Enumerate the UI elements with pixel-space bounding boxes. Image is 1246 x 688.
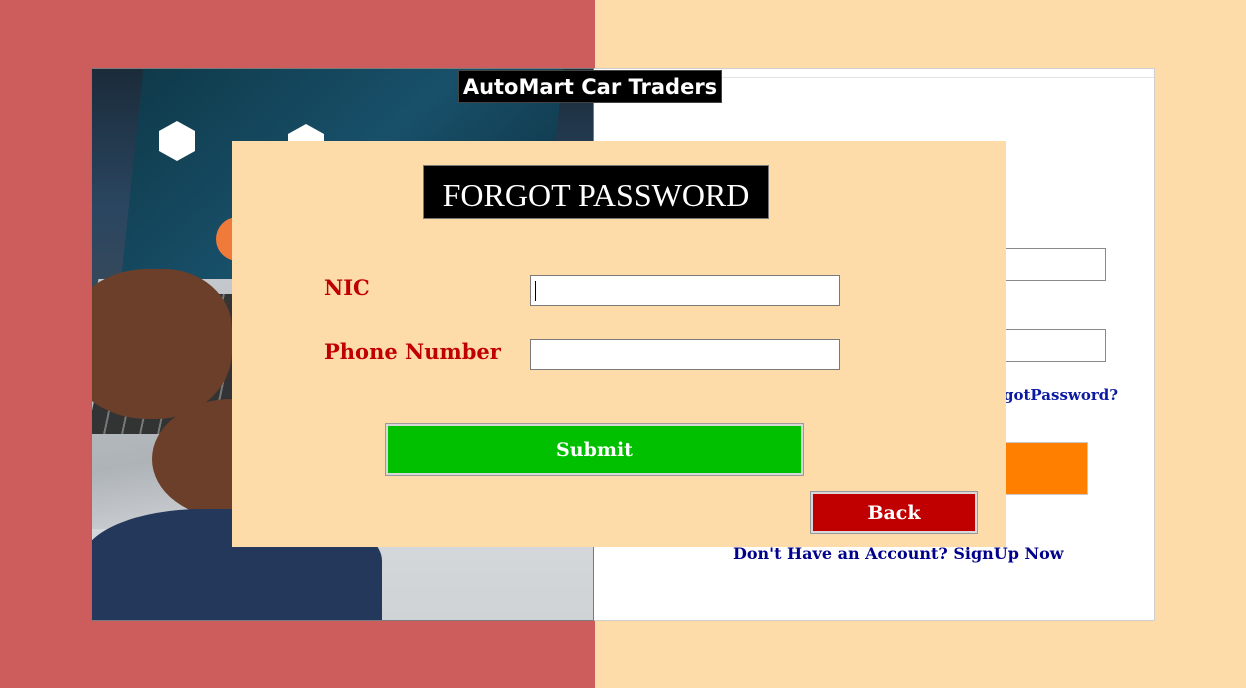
- login-button[interactable]: [1004, 442, 1088, 495]
- submit-button[interactable]: Submit: [385, 423, 804, 476]
- phone-number-label: Phone Number: [324, 339, 501, 364]
- phone-number-input[interactable]: [530, 339, 840, 370]
- hand-left: [92, 269, 232, 419]
- nic-input[interactable]: [530, 275, 840, 306]
- text-caret: [535, 281, 536, 301]
- login-username-input[interactable]: [1004, 248, 1106, 281]
- app-title: AutoMart Car Traders: [458, 70, 722, 103]
- nic-label: NIC: [324, 275, 370, 300]
- back-button[interactable]: Back: [810, 491, 978, 534]
- forgot-password-link[interactable]: gotPassword?: [1003, 386, 1118, 404]
- login-password-input[interactable]: [1004, 329, 1106, 362]
- forgot-password-dialog: FORGOT PASSWORD NIC Phone Number Submit …: [232, 141, 1006, 547]
- dialog-title: FORGOT PASSWORD: [423, 165, 769, 219]
